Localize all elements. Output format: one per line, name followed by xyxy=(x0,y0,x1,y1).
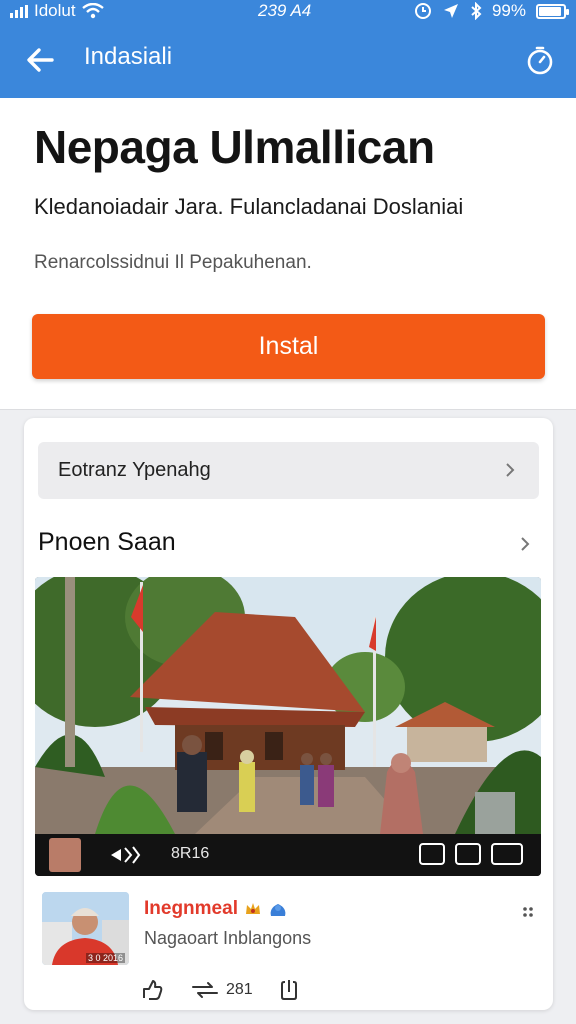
fullscreen-icon[interactable] xyxy=(491,843,523,865)
captions-icon[interactable] xyxy=(419,843,445,865)
camera-icon[interactable] xyxy=(455,843,481,865)
video-control-bar: 8R16 xyxy=(35,834,541,876)
post-author: Inegnmeal xyxy=(144,898,288,920)
status-time: 239 A4 xyxy=(258,1,312,20)
back-arrow-icon[interactable] xyxy=(22,42,58,78)
category-row[interactable]: Eotranz Ypenahg xyxy=(38,442,539,499)
app-title: Nepaga Ulmallican xyxy=(34,121,435,173)
app-subtitle: Kledanoiadair Jara. Fulancladanai Doslan… xyxy=(34,194,464,219)
app-meta: Renarcolssidnui Il Pepakuhenan. xyxy=(34,252,312,273)
crown-badge-icon xyxy=(245,903,260,914)
status-bar: Idolut 239 A4 99% xyxy=(0,0,576,24)
content-card: Eotranz Ypenahg Pnoen Saan 8R16 3 0 2016… xyxy=(24,418,553,1010)
bluetooth-icon xyxy=(471,2,482,20)
app-bar: Indasiali xyxy=(0,30,576,90)
video-view-count: 8R16 xyxy=(171,845,210,862)
alarm-icon xyxy=(414,3,431,19)
avatar-caption: 3 0 2016 xyxy=(85,953,125,963)
battery-percent: 99% xyxy=(491,1,526,20)
section-chevron-icon[interactable] xyxy=(517,536,533,552)
timer-icon[interactable] xyxy=(524,44,556,76)
install-button[interactable]: Instal xyxy=(32,314,545,379)
section-title: Pnoen Saan xyxy=(38,528,176,556)
like-icon[interactable] xyxy=(140,978,164,1002)
verified-badge-icon xyxy=(270,904,286,916)
video-thumbnail[interactable] xyxy=(49,838,81,872)
avatar[interactable]: 3 0 2016 xyxy=(42,892,129,965)
post-actions: 281 xyxy=(140,975,299,1005)
app-bar-title: Indasiali xyxy=(84,43,173,70)
signal-icon xyxy=(10,4,28,18)
wifi-icon xyxy=(81,3,104,19)
repost-icon[interactable] xyxy=(190,979,220,1001)
chevron-right-icon xyxy=(506,463,515,477)
battery-icon xyxy=(536,3,569,19)
app-header: Nepaga Ulmallican Kledanoiadair Jara. Fu… xyxy=(0,98,576,410)
video-player[interactable]: 8R16 xyxy=(35,577,541,876)
carrier-label: Idolut xyxy=(34,1,76,20)
category-row-label: Eotranz Ypenahg xyxy=(58,459,211,481)
post-description: Nagaoart Inblangons xyxy=(144,928,312,948)
village-scene-image xyxy=(35,577,541,834)
share-icon[interactable] xyxy=(279,978,299,1002)
volume-icon[interactable] xyxy=(109,843,149,867)
post-author-name: Inegnmeal xyxy=(144,898,238,919)
post-item[interactable]: 3 0 2016 Inegnmeal Nagaoart Inblangons xyxy=(42,892,538,972)
more-options-icon[interactable] xyxy=(522,906,534,918)
location-icon xyxy=(443,4,458,18)
repost-count: 281 xyxy=(226,981,253,998)
top-bar: Idolut 239 A4 99% Indasiali xyxy=(0,0,576,98)
